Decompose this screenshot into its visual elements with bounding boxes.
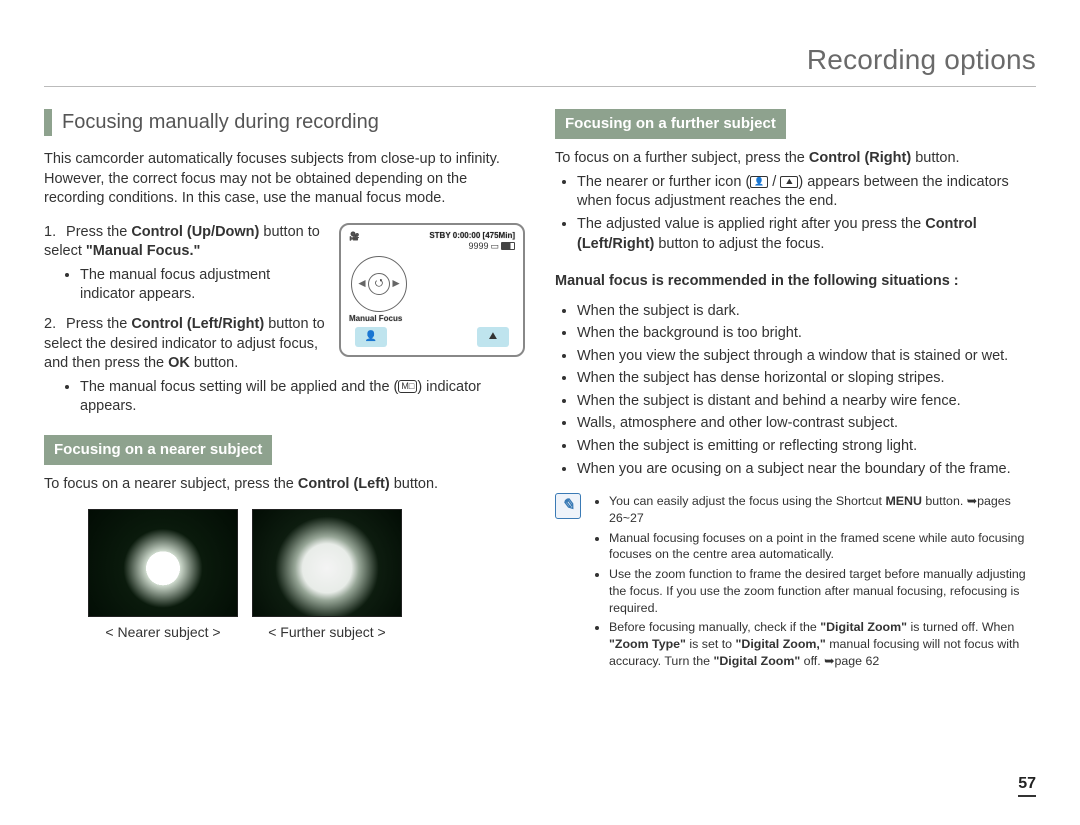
n4i: off. ➥page 62 (800, 654, 879, 668)
further-c: button. (911, 150, 959, 166)
nearer-text: To focus on a nearer subject, press the … (44, 475, 525, 495)
stby-text: STBY 0:00:00 [475Min] (429, 231, 515, 241)
recommended-list: When the subject is dark. When the backg… (555, 302, 1036, 480)
battery-icon (501, 242, 515, 250)
focus-near-icon: 👤 (355, 327, 387, 347)
step-1-bullet: The manual focus adjustment indicator ap… (80, 266, 325, 305)
note-box: ✎ You can easily adjust the focus using … (555, 493, 1036, 672)
page-number: 57 (1018, 775, 1036, 797)
nearer-c: button. (390, 476, 438, 492)
n4a: Before focusing manually, check if the (609, 620, 820, 634)
control-ok-icon: ⭯ (368, 273, 390, 295)
near-inline-icon: 👤 (750, 176, 768, 188)
photo-further (252, 509, 402, 617)
n4f: "Digital Zoom," (736, 637, 826, 651)
list-item: When the subject is emitting or reflecti… (577, 437, 1036, 457)
nearer-a: To focus on a nearer subject, press the (44, 476, 298, 492)
fb2-a: The adjusted value is applied right afte… (577, 216, 925, 232)
note-item-2: Manual focusing focuses on a point in th… (609, 530, 1036, 563)
banner-further-subject: Focusing on a further subject (555, 109, 786, 139)
step-2-text-e: button. (190, 355, 238, 371)
card-icon: ▭ (490, 241, 499, 252)
further-b: Control (Right) (809, 150, 911, 166)
list-item: Walls, atmosphere and other low-contrast… (577, 414, 1036, 434)
list-item: When you view the subject through a wind… (577, 347, 1036, 367)
counter-icon: 9999 (468, 241, 488, 252)
photo-row (88, 509, 525, 617)
n4c: is turned off. When (907, 620, 1014, 634)
fb1-a: The nearer or further icon ( (577, 174, 750, 190)
intro-text: This camcorder automatically focuses sub… (44, 150, 525, 209)
step-2-bullet: The manual focus setting will be applied… (80, 378, 525, 417)
photo-nearer (88, 509, 238, 617)
further-bullet-1: The nearer or further icon (👤 / ⛰) appea… (577, 173, 1036, 212)
step-1-bold: Control (Up/Down) (131, 224, 259, 240)
camcorder-screen-mock: 🎥 STBY 0:00:00 [475Min] 9999 ▭ ◄ ⭯ ► Man… (339, 223, 525, 358)
step-1-bold-2: "Manual Focus." (86, 243, 200, 259)
list-item: When the subject is distant and behind a… (577, 392, 1036, 412)
list-item: When the subject is dark. (577, 302, 1036, 322)
step-1: 1. Press the Control (Up/Down) button to… (44, 223, 325, 305)
page-title: Recording options (44, 44, 1036, 87)
left-column: Focusing manually during recording This … (44, 109, 525, 672)
further-text: To focus on a further subject, press the… (555, 149, 1036, 169)
camera-icon: 🎥 (349, 231, 360, 241)
note-icon: ✎ (555, 493, 581, 519)
list-item: When the subject has dense horizontal or… (577, 369, 1036, 389)
note-item-1: You can easily adjust the focus using th… (609, 493, 1036, 526)
step-2-bold: Control (Left/Right) (131, 316, 264, 332)
caption-nearer: < Nearer subject > (88, 623, 238, 642)
mf-indicator-icon: M□ (398, 380, 417, 393)
fb2-c: button to adjust the focus. (654, 236, 824, 252)
list-item: When the background is too bright. (577, 324, 1036, 344)
step-2-text-a: Press the (66, 316, 131, 332)
step-2: 2. Press the Control (Left/Right) button… (44, 315, 325, 374)
n4e: is set to (686, 637, 736, 651)
focus-far-icon: ⛰ (477, 327, 509, 347)
fb1-b: / (768, 174, 780, 190)
n4b: "Digital Zoom" (820, 620, 907, 634)
step-1-text-a: Press the (66, 224, 131, 240)
right-column: Focusing on a further subject To focus o… (555, 109, 1036, 672)
manual-focus-label: Manual Focus (349, 314, 515, 324)
banner-nearer-subject: Focusing on a nearer subject (44, 435, 272, 465)
recommended-heading: Manual focus is recommended in the follo… (555, 272, 1036, 292)
further-bullet-2: The adjusted value is applied right afte… (577, 215, 1036, 254)
n4h: "Digital Zoom" (713, 654, 800, 668)
further-a: To focus on a further subject, press the (555, 150, 809, 166)
caption-further: < Further subject > (252, 623, 402, 642)
step-2-bold-2: OK (168, 355, 190, 371)
step-2-bullet-a: The manual focus setting will be applied… (80, 379, 398, 395)
arrow-right-icon: ► (390, 276, 402, 290)
nearer-b: Control (Left) (298, 476, 390, 492)
list-item: When you are ocusing on a subject near t… (577, 460, 1036, 480)
section-heading-manual-focus: Focusing manually during recording (44, 109, 525, 136)
n1b: MENU (885, 494, 921, 508)
note-item-3: Use the zoom function to frame the desir… (609, 566, 1036, 616)
arrow-left-icon: ◄ (356, 276, 368, 290)
note-item-4: Before focusing manually, check if the "… (609, 619, 1036, 669)
control-wheel-icon: ◄ ⭯ ► (351, 256, 407, 312)
far-inline-icon: ⛰ (780, 176, 798, 188)
n4d: "Zoom Type" (609, 637, 686, 651)
n1a: You can easily adjust the focus using th… (609, 494, 885, 508)
